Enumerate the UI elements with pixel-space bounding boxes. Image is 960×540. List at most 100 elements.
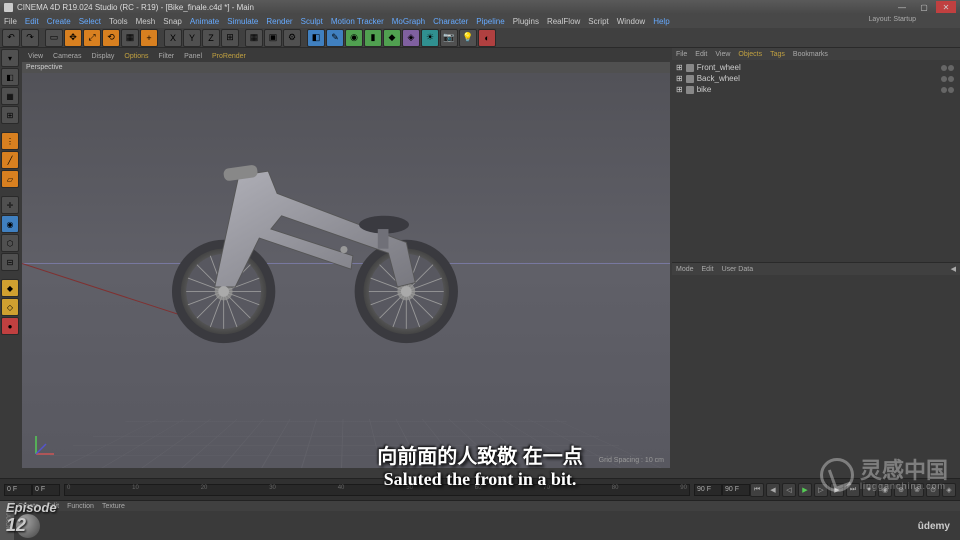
menu-motion-tracker[interactable]: Motion Tracker <box>331 17 384 26</box>
obj-menu-edit[interactable]: Edit <box>695 51 707 58</box>
object-tree[interactable]: ⊞Front_wheel ⊞Back_wheel ⊞bike <box>672 60 960 97</box>
vp-menu-filter[interactable]: Filter <box>159 53 175 60</box>
misc-tool-3[interactable]: ● <box>1 317 19 335</box>
extrude-button[interactable]: ▮ <box>364 29 382 47</box>
coord-button[interactable]: ⊞ <box>221 29 239 47</box>
tl-prev-frame[interactable]: ◁ <box>782 483 796 497</box>
tree-item-back-wheel[interactable]: ⊞Back_wheel <box>674 73 958 84</box>
render-view-button[interactable]: ▦ <box>245 29 263 47</box>
viewport-solo-button[interactable]: ◉ <box>1 215 19 233</box>
menu-window[interactable]: Window <box>617 17 645 26</box>
snap-button[interactable]: ⬡ <box>1 234 19 252</box>
menu-realflow[interactable]: RealFlow <box>547 17 580 26</box>
mat-menu-function[interactable]: Function <box>67 503 94 510</box>
camera-button[interactable]: 📷 <box>440 29 458 47</box>
workplane-button[interactable]: ⊞ <box>1 106 19 124</box>
menu-help[interactable]: Help <box>653 17 669 26</box>
move-tool[interactable]: ✥ <box>64 29 82 47</box>
obj-menu-tags[interactable]: Tags <box>770 51 785 58</box>
minimize-button[interactable]: — <box>892 1 912 13</box>
menu-create[interactable]: Create <box>47 17 71 26</box>
viewport-3d[interactable]: Grid Spacing : 10 cm <box>22 73 670 468</box>
menu-render[interactable]: Render <box>266 17 292 26</box>
locked-tool[interactable]: + <box>140 29 158 47</box>
vp-menu-options[interactable]: Options <box>124 53 148 60</box>
vp-menu-cameras[interactable]: Cameras <box>53 53 81 60</box>
menu-plugins[interactable]: Plugins <box>513 17 539 26</box>
menu-edit[interactable]: Edit <box>25 17 39 26</box>
undo-button[interactable]: ↶ <box>2 29 20 47</box>
polys-mode-button[interactable]: ▱ <box>1 170 19 188</box>
menu-snap[interactable]: Snap <box>163 17 182 26</box>
menu-pipeline[interactable]: Pipeline <box>476 17 504 26</box>
pen-tool-button[interactable]: ✎ <box>326 29 344 47</box>
vp-menu-view[interactable]: View <box>28 53 43 60</box>
points-mode-button[interactable]: ⋮ <box>1 132 19 150</box>
menubar: File Edit Create Select Tools Mesh Snap … <box>0 14 960 28</box>
tl-goto-start[interactable]: ⏮ <box>750 483 764 497</box>
vp-menu-prorender[interactable]: ProRender <box>212 53 246 60</box>
render-settings-button[interactable]: ⚙ <box>283 29 301 47</box>
menu-mesh[interactable]: Mesh <box>136 17 156 26</box>
light-button[interactable]: 💡 <box>459 29 477 47</box>
menu-tools[interactable]: Tools <box>109 17 128 26</box>
menu-script[interactable]: Script <box>588 17 608 26</box>
generator-button[interactable]: ◆ <box>383 29 401 47</box>
z-axis-button[interactable]: Z <box>202 29 220 47</box>
select-tool[interactable]: ▭ <box>45 29 63 47</box>
attr-nav-icon[interactable]: ◀ <box>951 265 956 273</box>
mat-menu-texture[interactable]: Texture <box>102 503 125 510</box>
menu-select[interactable]: Select <box>79 17 101 26</box>
texture-mode-button[interactable]: ▦ <box>1 87 19 105</box>
bike-model[interactable] <box>139 120 495 365</box>
obj-menu-view[interactable]: View <box>715 51 730 58</box>
axis-gizmo[interactable] <box>30 430 60 460</box>
attr-menu-edit[interactable]: Edit <box>702 266 714 273</box>
menu-simulate[interactable]: Simulate <box>227 17 258 26</box>
obj-menu-bookmarks[interactable]: Bookmarks <box>793 51 828 58</box>
watermark: 灵感中国 lingganchina.com <box>820 458 948 492</box>
attr-menu-mode[interactable]: Mode <box>676 266 694 273</box>
misc-tool-1[interactable]: ◆ <box>1 279 19 297</box>
axis-button[interactable]: ✛ <box>1 196 19 214</box>
redo-button[interactable]: ↷ <box>21 29 39 47</box>
vp-menu-display[interactable]: Display <box>91 53 114 60</box>
tree-item-front-wheel[interactable]: ⊞Front_wheel <box>674 62 958 73</box>
tl-prev-key[interactable]: ◀ <box>766 483 780 497</box>
subdiv-button[interactable]: ◉ <box>345 29 363 47</box>
realflow-button[interactable]: ◐ <box>478 29 496 47</box>
vp-menu-panel[interactable]: Panel <box>184 53 202 60</box>
make-editable-button[interactable]: ▾ <box>1 49 19 67</box>
obj-menu-file[interactable]: File <box>676 51 687 58</box>
timeline-cur-field[interactable]: 0 F <box>32 484 60 496</box>
timeline-end2-field[interactable]: 90 F <box>722 484 750 496</box>
rotate-tool[interactable]: ⟲ <box>102 29 120 47</box>
misc-tool-2[interactable]: ◇ <box>1 298 19 316</box>
maximize-button[interactable]: ▢ <box>914 1 934 13</box>
menu-character[interactable]: Character <box>433 17 468 26</box>
deformer-button[interactable]: ◈ <box>402 29 420 47</box>
menu-animate[interactable]: Animate <box>190 17 219 26</box>
render-pv-button[interactable]: ▣ <box>264 29 282 47</box>
close-button[interactable]: ✕ <box>936 1 956 13</box>
timeline-start-field[interactable]: 0 F <box>4 484 32 496</box>
workplane-snap-button[interactable]: ⊟ <box>1 253 19 271</box>
timeline-end-field[interactable]: 90 F <box>694 484 722 496</box>
last-tool[interactable]: ▦ <box>121 29 139 47</box>
y-axis-button[interactable]: Y <box>183 29 201 47</box>
watermark-logo-icon <box>820 458 854 492</box>
material-list[interactable] <box>14 511 960 540</box>
menu-mograph[interactable]: MoGraph <box>392 17 425 26</box>
menu-sculpt[interactable]: Sculpt <box>301 17 323 26</box>
environment-button[interactable]: ☀ <box>421 29 439 47</box>
model-mode-button[interactable]: ◧ <box>1 68 19 86</box>
menu-file[interactable]: File <box>4 17 17 26</box>
edges-mode-button[interactable]: ╱ <box>1 151 19 169</box>
tree-item-bike[interactable]: ⊞bike <box>674 84 958 95</box>
cube-primitive-button[interactable]: ◧ <box>307 29 325 47</box>
attr-menu-userdata[interactable]: User Data <box>722 266 754 273</box>
obj-menu-objects[interactable]: Objects <box>738 51 762 58</box>
tl-play[interactable]: ▶ <box>798 483 812 497</box>
x-axis-button[interactable]: X <box>164 29 182 47</box>
scale-tool[interactable]: ⤢ <box>83 29 101 47</box>
